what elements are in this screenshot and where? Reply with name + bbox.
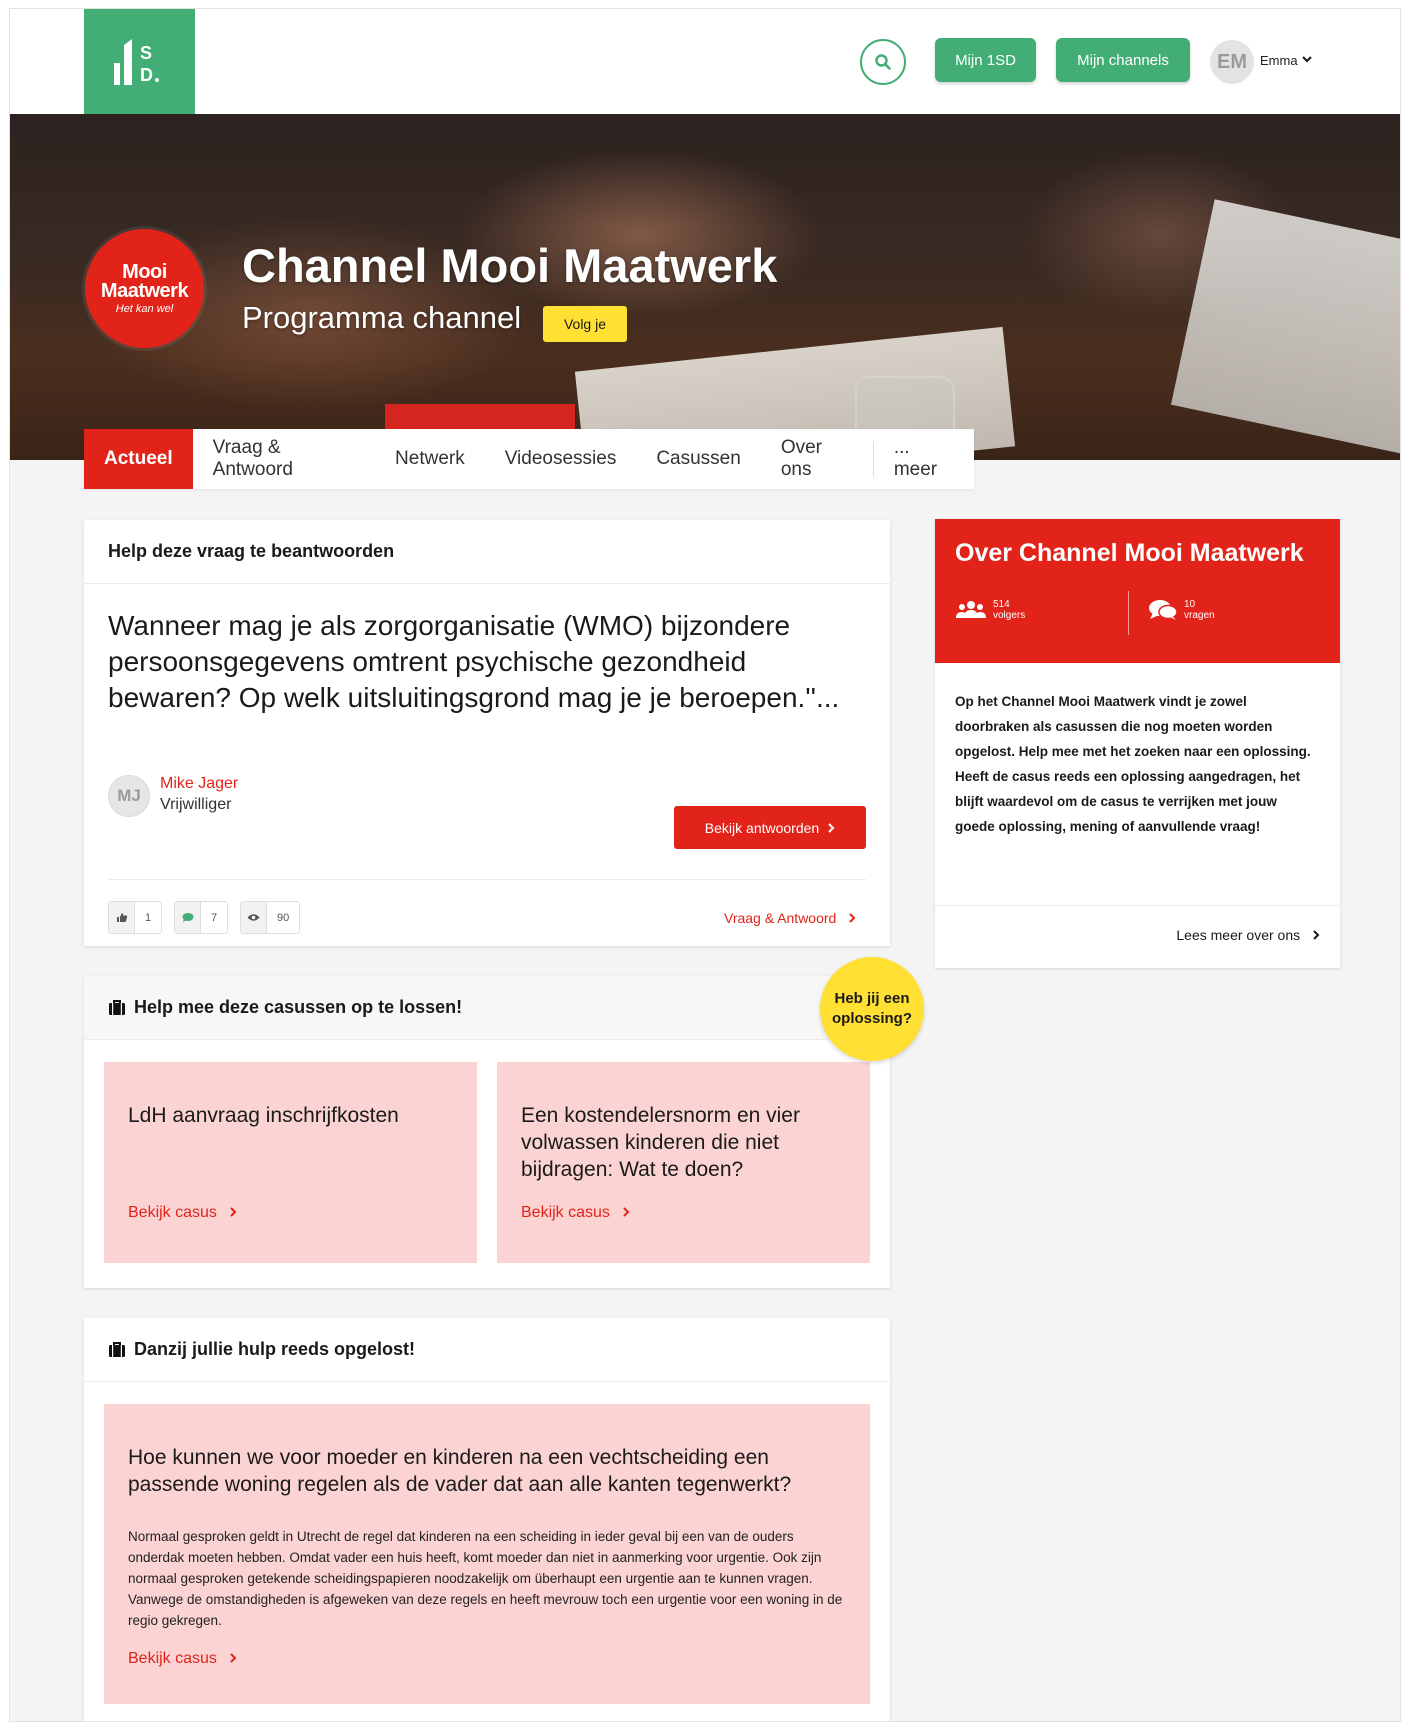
view-answers-button[interactable]: Bekijk antwoorden: [674, 806, 866, 849]
followers-label: volgers: [993, 610, 1026, 621]
divider: [108, 879, 866, 880]
hero-background-image: [1171, 199, 1400, 459]
comments-icon: [1149, 600, 1178, 620]
question-card-heading: Help deze vraag te beantwoorden: [84, 520, 890, 584]
mijn-1sd-button[interactable]: Mijn 1SD: [935, 38, 1036, 82]
channel-subtitle: Programma channel: [242, 300, 522, 335]
comment-counter[interactable]: 7: [174, 901, 229, 934]
channel-title: Channel Mooi Maatwerk: [242, 239, 778, 292]
questions-count: 10: [1184, 599, 1196, 610]
chevron-right-icon: [623, 1207, 630, 1217]
comment-count: 7: [211, 911, 218, 924]
case-title[interactable]: LdH aanvraag inschrijfkosten: [128, 1102, 458, 1129]
open-cases-heading: Help mee deze casussen op te lossen!: [84, 976, 890, 1040]
author-avatar[interactable]: MJ: [108, 775, 150, 817]
about-channel-header: Over Channel Mooi Maatwerk 514 volgers 1…: [935, 519, 1340, 663]
follow-button[interactable]: Volg je: [543, 306, 627, 342]
solved-cases-heading-text: Danzij jullie hulp reeds opgelost!: [134, 1339, 416, 1359]
top-navigation: S D Mijn 1SD Mijn channels EM Emma: [10, 9, 1400, 114]
eye-icon: [241, 902, 267, 933]
solved-cases-card: Danzij jullie hulp reeds opgelost! Hoe k…: [84, 1318, 890, 1721]
read-more-about-link[interactable]: Lees meer over ons: [1176, 927, 1320, 943]
svg-text:D: D: [140, 65, 153, 85]
channel-logo: Mooi Maatwerk Het kan wel: [85, 229, 204, 348]
search-icon: [875, 54, 891, 70]
view-case-label: Bekijk casus: [521, 1204, 610, 1221]
tab-netwerk[interactable]: Netwerk: [375, 429, 485, 489]
have-solution-badge[interactable]: Heb jij een oplossing?: [820, 957, 924, 1061]
view-case-link[interactable]: Bekijk casus: [128, 1650, 237, 1668]
author-name[interactable]: Mike Jager: [160, 775, 238, 793]
vraag-antwoord-link[interactable]: Vraag & Antwoord: [724, 910, 856, 926]
case-title[interactable]: Een kostendelersnorm en vier volwassen k…: [521, 1102, 851, 1183]
view-case-link[interactable]: Bekijk casus: [128, 1204, 237, 1222]
question-title[interactable]: Wanneer mag je als zorgorganisatie (WMO)…: [108, 608, 868, 716]
case-description: Normaal gesproken geldt in Utrecht de re…: [128, 1529, 843, 1628]
read-more-label: Lees meer over ons: [1176, 927, 1301, 943]
like-counter[interactable]: 1: [108, 901, 163, 934]
open-cases-heading-text: Help mee deze casussen op te lossen!: [134, 997, 463, 1017]
view-counter: 90: [240, 901, 301, 934]
view-case-label: Bekijk casus: [128, 1204, 217, 1221]
case-card[interactable]: Een kostendelersnorm en vier volwassen k…: [497, 1062, 870, 1263]
case-card[interactable]: LdH aanvraag inschrijfkosten Bekijk casu…: [104, 1062, 477, 1263]
chevron-right-icon: [828, 822, 835, 833]
vraag-antwoord-link-label: Vraag & Antwoord: [724, 910, 837, 926]
view-count: 90: [277, 911, 290, 924]
tab-meer[interactable]: ... meer: [872, 437, 974, 480]
logo-1sd-icon: S D: [113, 38, 159, 85]
followers-stat: 514 volgers: [955, 599, 1025, 621]
followers-count: 514: [993, 599, 1010, 610]
mijn-channels-button[interactable]: Mijn channels: [1056, 38, 1190, 82]
thumbs-up-icon: [109, 902, 135, 933]
about-channel-description: Op het Channel Mooi Maatwerk vindt je zo…: [955, 694, 1311, 834]
channel-logo-line: Maatwerk: [100, 279, 189, 302]
questions-stat: 10 vragen: [1148, 599, 1215, 621]
about-channel-card: Over Channel Mooi Maatwerk 514 volgers 1…: [935, 519, 1340, 968]
open-cases-card: Help mee deze casussen op te lossen! LdH…: [84, 976, 890, 1288]
channel-logo-tagline: Het kan wel: [115, 302, 174, 315]
channel-tabs: Actueel Vraag & Antwoord Netwerk Videose…: [84, 429, 974, 489]
channel-logo-line: Mooi: [122, 260, 167, 283]
tab-videosessies[interactable]: Videosessies: [485, 429, 637, 489]
svg-text:S: S: [140, 43, 152, 63]
user-avatar[interactable]: EM: [1210, 40, 1254, 84]
users-icon: [956, 601, 986, 618]
tab-over-ons[interactable]: Over ons: [761, 429, 873, 489]
chevron-right-icon: [230, 1207, 237, 1217]
badge-line: oplossing?: [832, 1010, 912, 1027]
site-logo[interactable]: S D: [84, 9, 195, 114]
chevron-right-icon: [1313, 930, 1320, 940]
like-count: 1: [145, 911, 152, 924]
view-answers-label: Bekijk antwoorden: [704, 819, 820, 836]
solved-cases-heading: Danzij jullie hulp reeds opgelost!: [84, 1318, 890, 1382]
tab-casussen[interactable]: Casussen: [636, 429, 761, 489]
briefcase-icon: [109, 1341, 125, 1357]
comment-icon: [175, 902, 201, 933]
channel-hero: Mooi Maatwerk Het kan wel Channel Mooi M…: [10, 114, 1400, 460]
author-role: Vrijwilliger: [160, 796, 232, 813]
questions-label: vragen: [1184, 610, 1215, 621]
case-title[interactable]: Hoe kunnen we voor moeder en kinderen na…: [128, 1444, 848, 1498]
about-channel-title: Over Channel Mooi Maatwerk: [955, 539, 1304, 567]
browser-frame: S D Mijn 1SD Mijn channels EM Emma Mooi …: [9, 8, 1401, 1722]
view-case-label: Bekijk casus: [128, 1650, 217, 1667]
solved-case-card[interactable]: Hoe kunnen we voor moeder en kinderen na…: [104, 1404, 870, 1704]
question-card: Help deze vraag te beantwoorden Wanneer …: [84, 520, 890, 946]
divider: [935, 905, 1340, 906]
chevron-right-icon: [230, 1653, 237, 1663]
divider: [1128, 591, 1129, 635]
chevron-right-icon: [849, 913, 856, 923]
user-name[interactable]: Emma: [1260, 53, 1298, 68]
view-case-link[interactable]: Bekijk casus: [521, 1204, 630, 1222]
briefcase-icon: [109, 999, 125, 1015]
chevron-down-icon[interactable]: [1301, 53, 1313, 65]
tab-actueel[interactable]: Actueel: [84, 429, 193, 489]
badge-line: Heb jij een: [834, 990, 910, 1007]
search-button[interactable]: [860, 39, 906, 85]
tab-vraag-antwoord[interactable]: Vraag & Antwoord: [193, 429, 375, 489]
